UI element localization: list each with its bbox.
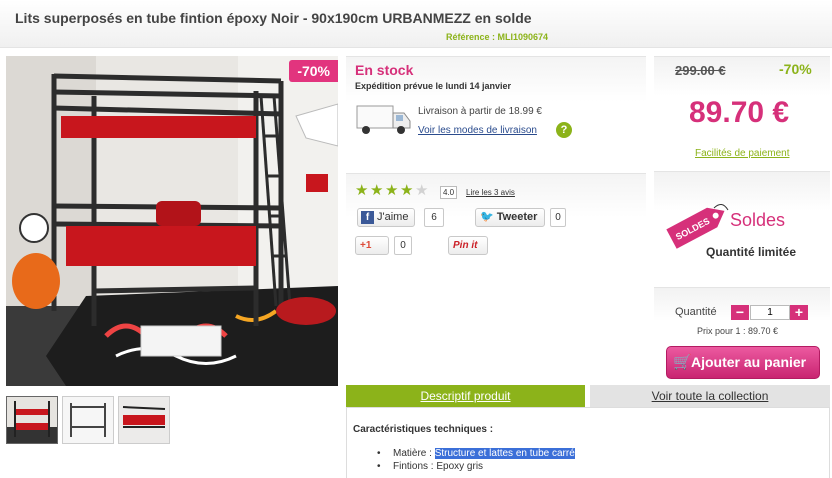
payment-facilities-link[interactable]: Facilités de paiement xyxy=(695,148,790,159)
google-plus-button[interactable]: +1 xyxy=(355,236,389,255)
google-plus-count: 0 xyxy=(394,236,412,255)
star-icon: ★ xyxy=(385,182,399,199)
product-header: Lits superposés en tube fintion époxy No… xyxy=(0,0,832,48)
sale-panel: SOLDES Soldes Quantité limitée xyxy=(654,171,830,283)
shipping-date: Expédition prévue le lundi 14 janvier xyxy=(355,81,512,91)
star-icon: ★ xyxy=(400,182,414,199)
add-to-cart-button[interactable]: 🛒 Ajouter au panier xyxy=(666,346,820,379)
quantity-increase-button[interactable]: + xyxy=(790,305,808,320)
sale-title: Soldes xyxy=(730,210,786,230)
social-panel: ★ ★ ★ ★ ★ 4.0 Lire les 3 avis f J'aime 6 🐦 Twe… xyxy=(346,173,646,283)
product-main-image[interactable]: -70% xyxy=(6,56,338,386)
star-icon: ★ xyxy=(355,182,369,199)
add-to-cart-label: Ajouter au panier xyxy=(691,354,807,370)
facebook-icon: f xyxy=(361,211,374,224)
help-icon[interactable]: ? xyxy=(556,122,572,138)
rating-value: 4.0 xyxy=(440,186,458,199)
facebook-like-count: 6 xyxy=(424,208,444,227)
facebook-like-button[interactable]: f J'aime xyxy=(357,208,415,227)
pinterest-label: Pin it xyxy=(453,240,478,251)
google-plus-label: +1 xyxy=(360,240,372,251)
tweet-count: 0 xyxy=(550,208,566,227)
reviews-link[interactable]: Lire les 3 avis xyxy=(466,188,515,197)
quantity-label: Quantité xyxy=(675,306,717,318)
discount-badge: -70% xyxy=(289,60,338,82)
material-label: Matière : xyxy=(393,448,435,459)
cart-panel: Quantité − + Prix pour 1 : 89.70 € 🛒 Ajo… xyxy=(654,287,830,383)
star-icon: ★ xyxy=(370,182,384,199)
thumbnail-1[interactable] xyxy=(6,396,58,444)
twitter-bird-icon: 🐦 xyxy=(480,211,494,223)
limited-quantity-label: Quantité limitée xyxy=(706,245,797,259)
thumbnail-2[interactable] xyxy=(62,396,114,444)
product-title: Lits superposés en tube fintion époxy No… xyxy=(15,10,532,26)
star-empty-icon: ★ xyxy=(415,182,429,199)
stock-status: En stock xyxy=(355,62,414,78)
delivery-price: Livraison à partir de 18.99 € xyxy=(418,106,542,117)
product-reference: Référence : MLI1090674 xyxy=(446,32,549,42)
rating-stars: ★ ★ ★ ★ ★ xyxy=(355,182,430,200)
stock-panel: En stock Expédition prévue le lundi 14 j… xyxy=(346,56,646,169)
thumbnail-3[interactable] xyxy=(118,396,170,444)
specs-heading: Caractéristiques techniques : xyxy=(353,424,494,435)
pinterest-button[interactable]: Pin it xyxy=(448,236,488,255)
discount-percent: -70% xyxy=(779,61,812,77)
tweet-label: Tweeter xyxy=(496,211,538,223)
cart-icon: 🛒 xyxy=(673,354,692,371)
current-price: 89.70 € xyxy=(689,96,790,129)
quantity-decrease-button[interactable]: − xyxy=(731,305,749,320)
price-panel: 299.00 € -70% 89.70 € Facilités de paiem… xyxy=(654,56,830,168)
list-item: Fintions : Epoxy gris xyxy=(377,461,575,474)
tab-description[interactable]: Descriptif produit xyxy=(346,385,585,407)
tweet-button[interactable]: 🐦 Tweeter xyxy=(475,208,545,227)
quantity-input[interactable] xyxy=(750,305,790,320)
list-item: Matière : Structure et lattes en tube ca… xyxy=(377,448,575,461)
facebook-like-label: J'aime xyxy=(377,211,409,223)
tab-collection[interactable]: Voir toute la collection xyxy=(590,385,830,407)
bunk-bed-illustration xyxy=(6,56,338,386)
delivery-modes-link[interactable]: Voir les modes de livraison xyxy=(418,125,537,136)
description-panel: Caractéristiques techniques : Matière : … xyxy=(346,407,830,478)
material-value: Structure et lattes en tube carré xyxy=(434,448,575,459)
specs-list: Matière : Structure et lattes en tube ca… xyxy=(377,448,575,474)
unit-price: Prix pour 1 : 89.70 € xyxy=(697,326,779,336)
old-price: 299.00 € xyxy=(675,63,726,78)
delivery-truck-icon xyxy=(356,103,412,140)
